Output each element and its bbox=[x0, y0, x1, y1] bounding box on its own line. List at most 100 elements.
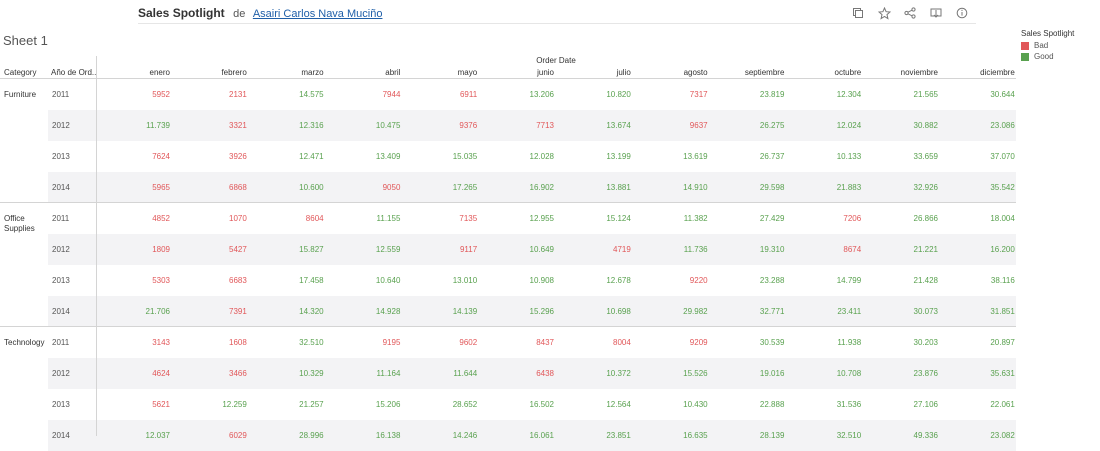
table-cell[interactable]: 15.206 bbox=[330, 400, 400, 409]
table-cell[interactable]: 6868 bbox=[177, 183, 247, 192]
table-cell[interactable]: 32.926 bbox=[868, 183, 938, 192]
download-icon[interactable] bbox=[928, 5, 944, 21]
table-cell[interactable]: 14.928 bbox=[330, 307, 400, 316]
table-cell[interactable]: 23.288 bbox=[714, 276, 784, 285]
table-cell[interactable]: 10.475 bbox=[330, 121, 400, 130]
table-cell[interactable]: 15.124 bbox=[561, 214, 630, 223]
table-cell[interactable]: 7135 bbox=[407, 214, 477, 223]
table-cell[interactable]: 9117 bbox=[407, 245, 477, 254]
legend-item-bad[interactable]: Bad bbox=[1021, 40, 1074, 51]
table-cell[interactable]: 5303 bbox=[100, 276, 170, 285]
table-cell[interactable]: 23.082 bbox=[945, 431, 1014, 440]
table-cell[interactable]: 12.259 bbox=[177, 400, 246, 409]
table-cell[interactable]: 16.902 bbox=[484, 183, 554, 192]
table-cell[interactable]: 19.016 bbox=[714, 369, 784, 378]
table-cell[interactable]: 21.428 bbox=[868, 276, 938, 285]
table-cell[interactable]: 31.536 bbox=[791, 400, 861, 409]
table-cell[interactable]: 35.542 bbox=[945, 183, 1014, 192]
table-cell[interactable]: 30.203 bbox=[868, 338, 938, 347]
table-cell[interactable]: 4719 bbox=[561, 245, 631, 254]
share-icon[interactable] bbox=[902, 5, 918, 21]
table-cell[interactable]: 1608 bbox=[177, 338, 247, 347]
table-cell[interactable]: 11.938 bbox=[791, 338, 861, 347]
table-cell[interactable]: 16.502 bbox=[484, 400, 554, 409]
table-cell[interactable]: 3926 bbox=[177, 152, 247, 161]
table-cell[interactable]: 10.649 bbox=[484, 245, 554, 254]
table-cell[interactable]: 33.659 bbox=[868, 152, 938, 161]
table-cell[interactable]: 14.246 bbox=[407, 431, 477, 440]
table-cell[interactable]: 8004 bbox=[561, 338, 631, 347]
table-cell[interactable]: 20.897 bbox=[945, 338, 1014, 347]
table-cell[interactable]: 5621 bbox=[100, 400, 170, 409]
table-cell[interactable]: 26.737 bbox=[714, 152, 784, 161]
table-cell[interactable]: 38.116 bbox=[945, 276, 1015, 285]
table-cell[interactable]: 32.510 bbox=[791, 431, 861, 440]
table-cell[interactable]: 14.575 bbox=[254, 90, 323, 99]
table-cell[interactable]: 21.883 bbox=[791, 183, 861, 192]
table-cell[interactable]: 32.771 bbox=[714, 307, 784, 316]
table-cell[interactable]: 29.982 bbox=[638, 307, 707, 316]
table-cell[interactable]: 12.559 bbox=[330, 245, 400, 254]
table-cell[interactable]: 10.133 bbox=[791, 152, 861, 161]
author-link[interactable]: Asairi Carlos Nava Muciño bbox=[253, 8, 383, 20]
table-cell[interactable]: 31.851 bbox=[945, 307, 1014, 316]
legend-item-good[interactable]: Good bbox=[1021, 51, 1074, 62]
table-cell[interactable]: 14.910 bbox=[638, 183, 707, 192]
table-cell[interactable]: 30.073 bbox=[868, 307, 938, 316]
table-cell[interactable]: 16.200 bbox=[945, 245, 1014, 254]
table-cell[interactable]: 15.827 bbox=[254, 245, 323, 254]
table-cell[interactable]: 13.010 bbox=[407, 276, 477, 285]
table-cell[interactable]: 3321 bbox=[177, 121, 247, 130]
table-cell[interactable]: 7713 bbox=[484, 121, 554, 130]
table-cell[interactable]: 18.004 bbox=[945, 214, 1014, 223]
table-cell[interactable]: 16.635 bbox=[638, 431, 707, 440]
table-cell[interactable]: 10.640 bbox=[330, 276, 400, 285]
table-cell[interactable]: 28.652 bbox=[407, 400, 477, 409]
table-cell[interactable]: 30.882 bbox=[868, 121, 938, 130]
table-cell[interactable]: 14.139 bbox=[407, 307, 477, 316]
table-cell[interactable]: 13.409 bbox=[330, 152, 400, 161]
table-cell[interactable]: 22.888 bbox=[714, 400, 784, 409]
table-cell[interactable]: 10.372 bbox=[561, 369, 630, 378]
copy-icon[interactable] bbox=[850, 5, 866, 21]
table-cell[interactable]: 5952 bbox=[100, 90, 170, 99]
table-cell[interactable]: 7391 bbox=[177, 307, 247, 316]
table-cell[interactable]: 4852 bbox=[100, 214, 170, 223]
table-cell[interactable]: 6029 bbox=[177, 431, 247, 440]
table-cell[interactable]: 15.526 bbox=[638, 369, 707, 378]
table-cell[interactable]: 49.336 bbox=[868, 431, 938, 440]
table-cell[interactable]: 5427 bbox=[177, 245, 247, 254]
table-cell[interactable]: 10.600 bbox=[254, 183, 323, 192]
table-cell[interactable]: 12.304 bbox=[791, 90, 861, 99]
info-icon[interactable] bbox=[954, 5, 970, 21]
table-cell[interactable]: 29.598 bbox=[714, 183, 784, 192]
table-cell[interactable]: 13.199 bbox=[561, 152, 630, 161]
table-cell[interactable]: 11.736 bbox=[638, 245, 708, 254]
table-cell[interactable]: 9637 bbox=[638, 121, 708, 130]
table-cell[interactable]: 10.698 bbox=[561, 307, 630, 316]
table-cell[interactable]: 9220 bbox=[638, 276, 708, 285]
table-cell[interactable]: 21.706 bbox=[100, 307, 170, 316]
table-cell[interactable]: 11.644 bbox=[407, 369, 477, 378]
table-cell[interactable]: 13.881 bbox=[561, 183, 630, 192]
table-cell[interactable]: 9209 bbox=[638, 338, 708, 347]
table-cell[interactable]: 11.155 bbox=[330, 214, 401, 223]
table-cell[interactable]: 10.908 bbox=[484, 276, 554, 285]
table-cell[interactable]: 6438 bbox=[484, 369, 554, 378]
table-cell[interactable]: 15.035 bbox=[407, 152, 477, 161]
table-cell[interactable]: 9602 bbox=[407, 338, 477, 347]
table-cell[interactable]: 8604 bbox=[254, 214, 324, 223]
table-cell[interactable]: 26.866 bbox=[868, 214, 938, 223]
table-cell[interactable]: 23.876 bbox=[868, 369, 938, 378]
table-cell[interactable]: 35.631 bbox=[945, 369, 1014, 378]
table-cell[interactable]: 16.061 bbox=[484, 431, 554, 440]
table-cell[interactable]: 7944 bbox=[330, 90, 401, 99]
table-cell[interactable]: 19.310 bbox=[714, 245, 784, 254]
table-cell[interactable]: 1809 bbox=[100, 245, 170, 254]
table-cell[interactable]: 3143 bbox=[100, 338, 170, 347]
table-cell[interactable]: 12.037 bbox=[100, 431, 170, 440]
table-cell[interactable]: 5965 bbox=[100, 183, 170, 192]
table-cell[interactable]: 12.028 bbox=[484, 152, 554, 161]
table-cell[interactable]: 12.678 bbox=[561, 276, 630, 285]
table-cell[interactable]: 9050 bbox=[330, 183, 401, 192]
